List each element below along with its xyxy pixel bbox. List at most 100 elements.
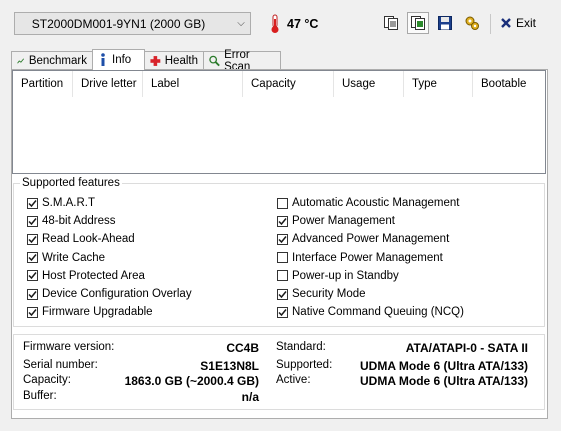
feature-interface-power-management[interactable]: Interface Power Management (277, 250, 443, 266)
checkmark-icon (28, 217, 37, 225)
checkbox-unchecked[interactable] (277, 197, 288, 209)
feature-firmware-upgradable[interactable]: Firmware Upgradable (27, 304, 153, 320)
feature-label: S.M.A.R.T (42, 197, 96, 209)
thermometer-icon (268, 14, 282, 34)
drive-select[interactable]: ST2000DM001-9YN1 (2000 GB) ⌵ (14, 12, 251, 35)
serial-value: S1E13N8L (200, 359, 259, 373)
standard-label: Standard: (276, 341, 326, 353)
column-header-usage[interactable]: Usage (334, 71, 404, 97)
feature-device-configuration-overlay[interactable]: Device Configuration Overlay (27, 286, 192, 302)
checkbox-checked[interactable] (27, 270, 38, 282)
checkbox-checked[interactable] (277, 215, 288, 227)
feature-s-m-a-r-t[interactable]: S.M.A.R.T (27, 195, 95, 211)
checkbox-checked[interactable] (27, 197, 38, 209)
feature-label: Power Management (292, 215, 395, 228)
tab-label: Health (164, 54, 198, 67)
partition-list-header: Partition Drive letter Label Capacity Us… (13, 71, 545, 97)
info-icon (101, 53, 105, 66)
tab-health[interactable]: Health (144, 51, 204, 69)
feature-label: 48-bit Address (42, 215, 116, 228)
firmware-value: CC4B (226, 341, 259, 355)
column-header-label[interactable]: Label (143, 71, 243, 97)
checkbox-checked[interactable] (27, 215, 38, 227)
feature-label: Read Look-Ahead (42, 233, 135, 246)
feature-write-cache[interactable]: Write Cache (27, 250, 105, 266)
exit-label: Exit (516, 16, 537, 30)
save-icon (438, 16, 452, 30)
checkbox-unchecked[interactable] (277, 252, 288, 264)
capacity-label: Capacity: (23, 374, 71, 386)
feature-read-look-ahead[interactable]: Read Look-Ahead (27, 231, 135, 247)
feature-automatic-acoustic-management[interactable]: Automatic Acoustic Management (277, 195, 459, 211)
column-header-capacity[interactable]: Capacity (243, 71, 334, 97)
checkbox-checked[interactable] (277, 288, 288, 300)
feature-label: Native Command Queuing (NCQ) (292, 306, 464, 319)
checkbox-checked[interactable] (27, 288, 38, 300)
buffer-label: Buffer: (23, 390, 57, 402)
chevron-down-icon: ⌵ (237, 18, 245, 29)
benchmark-icon (17, 57, 25, 64)
checkmark-icon (28, 254, 37, 262)
capacity-value: 1863.0 GB (~2000.4 GB) (124, 374, 259, 388)
feature-label: Power-up in Standby (292, 269, 399, 282)
standard-value: ATA/ATAPI-0 - SATA II (405, 341, 528, 355)
drive-select-value: ST2000DM001-9YN1 (2000 GB) (31, 16, 206, 31)
copy-screenshot-button[interactable] (407, 12, 429, 34)
checkmark-icon (278, 235, 287, 244)
feature-security-mode[interactable]: Security Mode (277, 286, 366, 302)
tab-benchmark[interactable]: Benchmark (11, 51, 93, 69)
supported-label: Supported: (276, 359, 333, 371)
column-header-partition[interactable]: Partition (13, 71, 73, 97)
partition-list[interactable]: Partition Drive letter Label Capacity Us… (12, 70, 546, 174)
feature-label: Interface Power Management (292, 251, 443, 264)
feature-power-management[interactable]: Power Management (277, 213, 395, 229)
tab-label: Benchmark (28, 54, 87, 67)
feature-power-up-in-standby[interactable]: Power-up in Standby (277, 268, 399, 284)
serial-label: Serial number: (23, 359, 98, 371)
checkmark-icon (278, 290, 287, 298)
checkmark-icon (28, 290, 37, 298)
tab-error-scan[interactable]: Error Scan (203, 49, 281, 73)
checkbox-checked[interactable] (27, 252, 38, 264)
copy-text-button[interactable] (380, 12, 402, 34)
column-header-bootable[interactable]: Bootable (473, 71, 545, 97)
supported-value: UDMA Mode 6 (Ultra ATA/133) (359, 359, 528, 373)
feature-label: Automatic Acoustic Management (292, 197, 460, 209)
exit-icon (501, 18, 511, 28)
checkmark-icon (28, 235, 37, 244)
feature-native-command-queuing-ncq[interactable]: Native Command Queuing (NCQ) (277, 304, 464, 320)
tab-info[interactable]: Info (92, 49, 145, 70)
health-icon (150, 55, 161, 66)
checkbox-checked[interactable] (277, 306, 288, 318)
supported-features-title: Supported features (20, 177, 122, 189)
checkbox-checked[interactable] (27, 233, 38, 245)
error-scan-icon (209, 55, 220, 66)
active-label: Active: (276, 374, 311, 386)
feature-label: Host Protected Area (42, 269, 145, 282)
checkmark-icon (28, 199, 37, 207)
checkbox-unchecked[interactable] (277, 270, 288, 282)
checkmark-icon (278, 308, 287, 316)
feature-48-bit-address[interactable]: 48-bit Address (27, 213, 116, 229)
checkbox-checked[interactable] (27, 306, 38, 318)
options-icon (465, 16, 479, 30)
toolbar-separator (490, 14, 491, 34)
feature-label: Firmware Upgradable (42, 306, 153, 319)
checkmark-icon (278, 217, 287, 225)
checkmark-icon (28, 272, 37, 280)
firmware-label: Firmware version: (23, 341, 115, 353)
temperature-value: 47 °C (287, 17, 319, 31)
buffer-value: n/a (241, 390, 259, 404)
feature-advanced-power-management[interactable]: Advanced Power Management (277, 231, 449, 247)
exit-button[interactable]: Exit (500, 12, 536, 34)
feature-host-protected-area[interactable]: Host Protected Area (27, 268, 145, 284)
copy-screenshot-icon (411, 16, 425, 30)
feature-label: Security Mode (292, 288, 366, 300)
save-button[interactable] (434, 12, 456, 34)
checkbox-checked[interactable] (277, 233, 288, 245)
column-header-type[interactable]: Type (404, 71, 473, 97)
column-header-drive-letter[interactable]: Drive letter (73, 71, 143, 97)
checkmark-icon (28, 308, 37, 316)
options-button[interactable] (461, 12, 483, 34)
tab-label: Info (112, 54, 132, 66)
